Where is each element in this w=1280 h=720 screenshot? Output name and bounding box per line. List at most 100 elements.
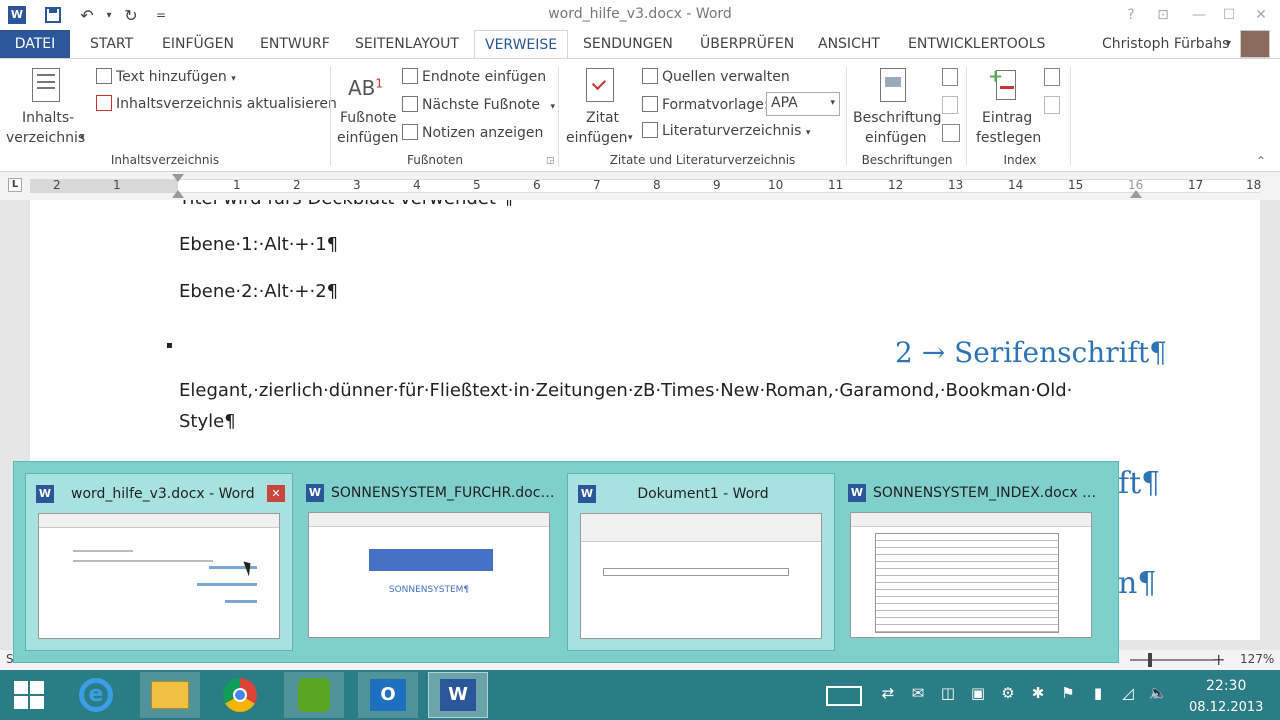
first-line-indent-marker[interactable] [172, 174, 184, 182]
start-button[interactable] [14, 681, 46, 711]
update-index-icon[interactable] [1044, 96, 1060, 114]
word-icon: W [848, 484, 866, 502]
insert-endnote-button[interactable]: Endnote einfügen [402, 68, 546, 85]
flag-icon[interactable]: ⚑ [1058, 684, 1078, 706]
insert-footnote-label-2[interactable]: einfügen [337, 130, 399, 146]
zoom-in-button[interactable]: + [1212, 650, 1225, 669]
mark-entry-label-2[interactable]: festlegen [976, 130, 1041, 146]
bluetooth-icon[interactable]: ✱ [1028, 684, 1048, 706]
show-notes-button[interactable]: Notizen anzeigen [402, 124, 543, 141]
document-paragraph-line2[interactable]: Style¶ [179, 411, 236, 432]
minimize-button[interactable]: — [1186, 4, 1212, 26]
add-text-button[interactable]: Text hinzufügen ▾ [96, 68, 236, 85]
ribbon-display-icon[interactable]: ⊡ [1150, 4, 1176, 26]
close-button[interactable]: ✕ [1248, 4, 1274, 26]
insert-footnote-label[interactable]: Fußnote [340, 110, 397, 126]
footnote-icon[interactable]: AB1 [348, 76, 383, 100]
style-select[interactable]: APA ▾ [766, 92, 840, 116]
mark-entry-label[interactable]: Eintrag [982, 110, 1032, 126]
avatar[interactable] [1240, 30, 1270, 58]
mark-entry-icon[interactable]: + [988, 66, 1018, 102]
collapse-ribbon-icon[interactable]: ⌃ [1256, 154, 1266, 168]
clock-date[interactable]: 08.12.2013 [1189, 700, 1263, 715]
tab-entwicklertools[interactable]: ENTWICKLERTOOLS [898, 30, 1055, 59]
style-label: Formatvorlage: [642, 96, 769, 113]
group-label-citations: Zitate und Literaturverzeichnis [609, 153, 796, 167]
next-footnote-button[interactable]: Nächste Fußnote ▾ [402, 96, 555, 113]
manage-sources-button[interactable]: Quellen verwalten [642, 68, 790, 85]
heading-serifenschrift[interactable]: 2 → Serifenschrift¶ [895, 336, 1167, 369]
hanging-indent-marker[interactable] [172, 190, 184, 198]
wifi-icon[interactable]: ◿ [1118, 684, 1138, 706]
toc-button-label-2[interactable]: verzeichnis [6, 130, 85, 146]
style-icon [642, 96, 658, 112]
group-separator [558, 66, 559, 166]
insert-index-icon[interactable] [1044, 68, 1060, 86]
preview-word-hilfe[interactable]: W word_hilfe_v3.docx - Word ✕ [25, 473, 293, 651]
outlook-tray-icon[interactable]: ◫ [938, 684, 958, 706]
clock-time[interactable]: 22:30 [1206, 678, 1246, 694]
tab-seitenlayout[interactable]: SEITENLAYOUT [345, 30, 469, 59]
ruler-number: 18 [1246, 178, 1262, 192]
tab-ueberpruefen[interactable]: ÜBERPRÜFEN [690, 30, 804, 59]
zoom-slider-thumb[interactable] [1148, 653, 1152, 667]
user-name[interactable]: Christoph Fürbahs [1102, 36, 1229, 52]
zoom-level[interactable]: 127% [1240, 652, 1274, 666]
network-sync-icon[interactable]: ⇄ [878, 684, 898, 706]
cross-reference-icon[interactable] [942, 124, 960, 142]
help-icon[interactable]: ? [1118, 4, 1144, 26]
update-toc-button[interactable]: Inhaltsverzeichnis aktualisieren [96, 95, 337, 112]
insert-table-of-figures-icon[interactable] [942, 68, 958, 86]
bibliography-button[interactable]: Literaturverzeichnis ▾ [642, 122, 810, 139]
word-taskbar-icon[interactable]: W [428, 672, 488, 718]
table-of-contents-icon[interactable] [32, 68, 60, 102]
group-label-footnotes: Fußnoten [406, 153, 464, 167]
evernote-icon[interactable] [284, 672, 344, 718]
chrome-icon[interactable] [210, 672, 270, 718]
ruler-number: 13 [948, 178, 964, 192]
preview-sonnensystem-furchr[interactable]: W SONNENSYSTEM_FURCHR.docx ... SONNENSYS… [296, 473, 564, 651]
touch-keyboard-icon[interactable] [826, 686, 862, 706]
chevron-down-icon: ▾ [830, 98, 835, 108]
volume-icon[interactable]: 🔈 [1148, 684, 1168, 706]
insert-citation-label-2[interactable]: einfügen [566, 130, 628, 146]
preview-title: Dokument1 - Word [637, 486, 769, 502]
tab-ansicht[interactable]: ANSICHT [808, 30, 890, 59]
insert-citation-label[interactable]: Zitat [586, 110, 619, 126]
group-label-index: Index [1003, 153, 1037, 167]
mail-icon[interactable]: ✉ [908, 684, 928, 706]
dialog-launcher-icon[interactable]: ◲ [546, 156, 555, 166]
zoom-slider[interactable] [1130, 659, 1214, 661]
preview-sonnensystem-index[interactable]: W SONNENSYSTEM_INDEX.docx - ... [838, 473, 1106, 651]
ruler-number: 12 [888, 178, 904, 192]
document-line-ebene1[interactable]: Ebene·1:·Alt·+·1¶ [179, 234, 338, 255]
evernote-tray-icon[interactable]: ▣ [968, 684, 988, 706]
file-explorer-icon[interactable] [140, 672, 200, 718]
tab-verweise[interactable]: VERWEISE [474, 30, 569, 59]
preview-dokument1[interactable]: W Dokument1 - Word [567, 473, 835, 651]
insert-caption-label[interactable]: Beschriftung [853, 110, 942, 126]
outlook-icon[interactable]: O [358, 672, 418, 718]
tab-datei[interactable]: DATEI [0, 30, 70, 59]
window-title: word_hilfe_v3.docx - Word [548, 6, 732, 22]
tab-sendungen[interactable]: SENDUNGEN [573, 30, 683, 59]
document-line-ebene2[interactable]: Ebene·2:·Alt·+·2¶ [179, 281, 338, 302]
tab-entwurf[interactable]: ENTWURF [250, 30, 340, 59]
close-icon[interactable]: ✕ [267, 485, 285, 502]
insert-caption-label-2[interactable]: einfügen [865, 130, 927, 146]
insert-citation-icon[interactable] [586, 68, 614, 102]
ruler-number: 16 [1128, 178, 1144, 192]
tab-start[interactable]: START [80, 30, 143, 59]
update-table-icon[interactable] [942, 96, 958, 114]
maximize-button[interactable]: ☐ [1216, 4, 1242, 26]
tab-selector[interactable]: L [8, 178, 22, 192]
toc-button-label[interactable]: Inhalts- [22, 110, 74, 126]
document-paragraph-line1[interactable]: Elegant,·zierlich·dünner·für·Fließtext·i… [179, 380, 1072, 401]
internet-explorer-icon[interactable]: e [66, 672, 126, 718]
settings-tray-icon[interactable]: ⚙ [998, 684, 1018, 706]
insert-caption-icon[interactable] [880, 68, 906, 102]
battery-icon[interactable]: ▮ [1088, 684, 1108, 706]
tab-einfuegen[interactable]: EINFÜGEN [152, 30, 244, 59]
user-dropdown-icon[interactable]: ▾ [1226, 38, 1231, 49]
ruler-number: 7 [593, 178, 601, 192]
